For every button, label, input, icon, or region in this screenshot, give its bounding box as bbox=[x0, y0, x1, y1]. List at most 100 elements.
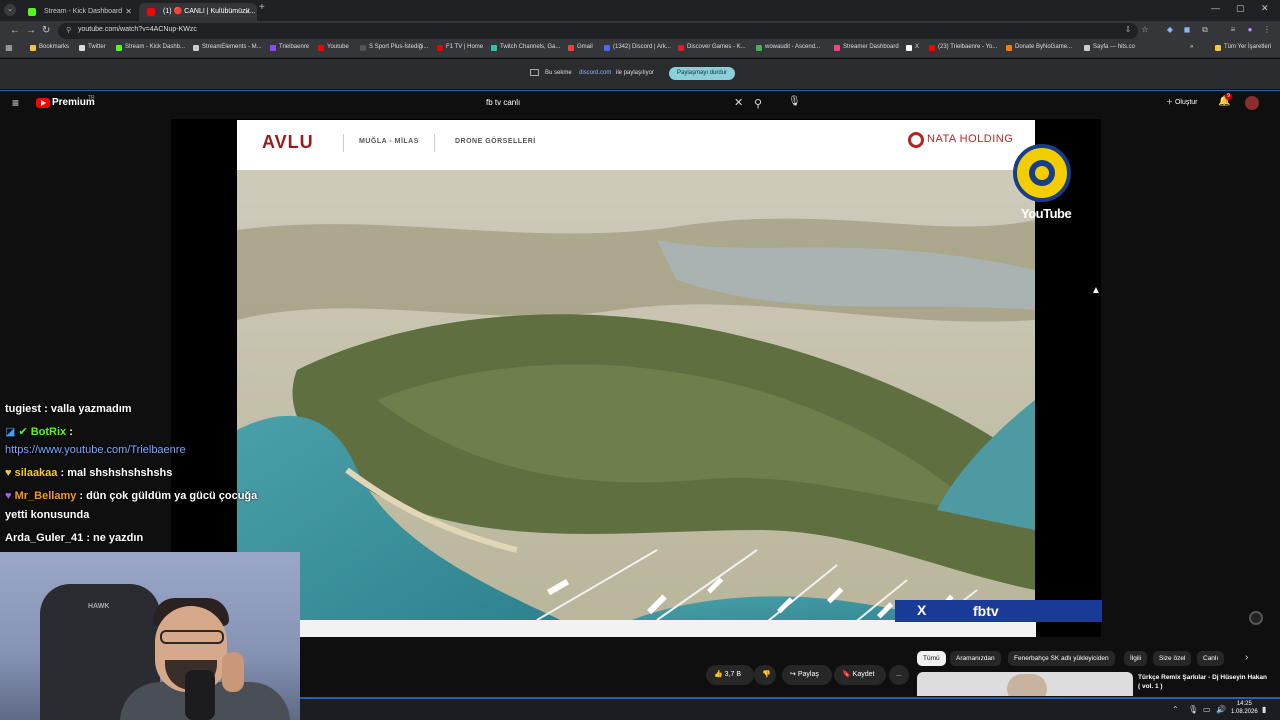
create-button[interactable]: ＋ Oluştur bbox=[1160, 95, 1204, 111]
share-suffix: ile paylaşılıyor bbox=[616, 70, 655, 76]
bookmark-label: Discover Games - K... bbox=[687, 44, 746, 50]
chip-related[interactable]: İlgili bbox=[1124, 651, 1148, 666]
thumbnail-face bbox=[1007, 674, 1047, 696]
tab-label: (1) 🔴 CANLI | Kulübümüzü... bbox=[163, 8, 256, 15]
tab-search-button[interactable]: ⌄ bbox=[4, 4, 16, 16]
bookmark-item[interactable]: StreamElements - M... bbox=[193, 44, 262, 51]
recommendation-title[interactable]: Türkçe Remix Şarkılar - Dj Hüseyin Hakan… bbox=[1138, 673, 1268, 691]
chip-all[interactable]: Tümü bbox=[917, 651, 946, 666]
hamburger-menu-icon[interactable]: ≡ bbox=[12, 96, 19, 110]
extensions-puzzle-icon[interactable]: ⧉ bbox=[1200, 25, 1210, 35]
more-actions-button[interactable]: ... bbox=[889, 665, 909, 685]
voice-search-icon[interactable]: 🎙 bbox=[788, 96, 801, 107]
site-info-icon[interactable]: ⚲ bbox=[66, 26, 71, 34]
channel-watermark-icon[interactable] bbox=[1249, 611, 1263, 625]
install-icon[interactable]: ⇩ bbox=[1123, 25, 1133, 35]
chip-live[interactable]: Canlı bbox=[1197, 651, 1225, 666]
streamer-hand bbox=[222, 652, 244, 692]
bookmark-item[interactable]: Twitch Channels, Ga... bbox=[491, 44, 560, 51]
bookmark-item[interactable]: Streamer Dashboard bbox=[834, 44, 899, 51]
stop-sharing-button[interactable]: Paylaşmayı durdur bbox=[669, 67, 735, 80]
youtube-logo-icon[interactable] bbox=[36, 98, 50, 108]
share-button[interactable]: ↪ Paylaş bbox=[782, 665, 832, 685]
bookmark-item[interactable]: Gmail bbox=[568, 44, 593, 51]
taskbar-accent bbox=[300, 697, 1280, 699]
chip-uploader[interactable]: Fenerbahçe SK adlı yükleyiciden bbox=[1008, 651, 1115, 666]
chip-for-you[interactable]: Size özel bbox=[1153, 651, 1192, 666]
chat-text: : dün çok güldüm ya gücü çocuğa bbox=[76, 490, 258, 502]
system-clock[interactable]: 14:25 1.08.2026 bbox=[1231, 700, 1258, 716]
new-tab-button[interactable]: + bbox=[259, 2, 265, 13]
forward-icon[interactable]: → bbox=[26, 25, 36, 36]
apps-grid-icon[interactable]: ▦ bbox=[4, 43, 14, 53]
extension-icon[interactable]: ◆ bbox=[1165, 25, 1175, 35]
browser-menu-icon[interactable]: ⋮ bbox=[1262, 25, 1272, 35]
bookmark-label: X bbox=[915, 44, 920, 50]
media-icon[interactable]: ≡ bbox=[1228, 25, 1238, 35]
bookmark-item[interactable]: S Sport Plus-İstediği... bbox=[360, 44, 428, 51]
all-bookmarks-button[interactable]: Tüm Yer İşaretleri bbox=[1215, 44, 1271, 51]
bookmark-item[interactable]: X bbox=[906, 44, 920, 51]
clear-search-icon[interactable]: ✕ bbox=[734, 96, 743, 109]
bookmark-item[interactable]: Youtube bbox=[318, 44, 349, 51]
more-bookmarks-icon[interactable]: » bbox=[1190, 44, 1193, 50]
profile-icon[interactable]: ● bbox=[1245, 25, 1255, 35]
close-tab-icon[interactable]: ✕ bbox=[125, 3, 132, 21]
bookmark-star-icon[interactable]: ☆ bbox=[1140, 25, 1150, 35]
dashboard-icon bbox=[834, 45, 840, 51]
share-icon: ↪ bbox=[790, 671, 796, 678]
close-window-icon[interactable]: ✕ bbox=[1261, 3, 1269, 14]
maximize-icon[interactable]: ▢ bbox=[1236, 3, 1245, 14]
close-tab-icon[interactable]: ✕ bbox=[244, 3, 251, 21]
chat-message: ♥ Mr_Bellamy : dün çok güldüm ya gücü ço… bbox=[5, 490, 257, 502]
share-domain[interactable]: discord.com bbox=[579, 70, 611, 76]
tray-chevron-icon[interactable]: ⌃ bbox=[1172, 705, 1179, 714]
volume-icon[interactable]: 🔊 bbox=[1216, 705, 1226, 714]
notification-center-icon[interactable]: ▮ bbox=[1262, 705, 1266, 714]
save-button[interactable]: 🔖 Kaydet bbox=[834, 665, 886, 685]
overlay-youtube-label: YouTube bbox=[1021, 206, 1072, 221]
tab-youtube-live[interactable]: (1) 🔴 CANLI | Kulübümüzü... ✕ bbox=[139, 3, 257, 21]
chat-username: BotRix bbox=[30, 426, 67, 438]
like-count: 3,7 B bbox=[724, 671, 742, 678]
dislike-button[interactable]: 👎 bbox=[754, 665, 776, 685]
bookmark-label: StreamElements - M... bbox=[202, 44, 262, 50]
bookmark-item[interactable]: Stream - Kick Dashb... bbox=[116, 44, 185, 51]
tray-mic-icon[interactable]: 🎙 bbox=[1188, 705, 1198, 714]
twitchtracker-icon bbox=[491, 45, 497, 51]
network-icon[interactable]: ▭ bbox=[1203, 705, 1211, 714]
chat-username: silaakaa bbox=[14, 467, 58, 479]
bookmark-item[interactable]: Bookmarks bbox=[30, 44, 69, 51]
bynogame-icon bbox=[1006, 45, 1012, 51]
extension-icon[interactable]: ◼ bbox=[1182, 25, 1192, 35]
back-icon[interactable]: ← bbox=[10, 25, 20, 36]
omnibox[interactable]: ⚲ youtube.com/watch?v=4ACNup-KWzc bbox=[58, 23, 1138, 39]
bookmark-item[interactable]: Sayfa — hits.co bbox=[1084, 44, 1135, 51]
chip-from-search[interactable]: Aramanızdan bbox=[950, 651, 1001, 666]
bookmark-item[interactable]: Donate ByNoGame... bbox=[1006, 44, 1072, 51]
bot-badge-icon: ◪ bbox=[5, 426, 19, 438]
minimize-icon[interactable]: — bbox=[1211, 3, 1220, 13]
bookmark-item[interactable]: F1 TV | Home bbox=[437, 44, 483, 51]
bookmark-item[interactable]: Discover Games - K... bbox=[678, 44, 746, 51]
bookmark-item[interactable]: wowaudit - Ascend... bbox=[756, 44, 820, 51]
bookmark-item[interactable]: (1342) Discord | Ark... bbox=[604, 44, 671, 51]
bookmark-item[interactable]: Trielbaenre bbox=[270, 44, 309, 51]
video-slide: AVLU MUĞLA - MİLAS DRONE GÖRSELLERİ NATA… bbox=[237, 120, 1035, 637]
reload-icon[interactable]: ↻ bbox=[42, 25, 50, 36]
divider bbox=[434, 134, 435, 152]
tab-kick-dashboard[interactable]: Stream - Kick Dashboard ✕ bbox=[20, 3, 138, 21]
url-text[interactable]: youtube.com/watch?v=4ACNup-KWzc bbox=[78, 26, 197, 33]
like-button[interactable]: 👍 3,7 B bbox=[706, 665, 754, 685]
search-box[interactable]: fb tv canlı ✕ ⚲ bbox=[478, 94, 778, 114]
bookmark-item[interactable]: (23) Trielbaenre - Yo... bbox=[929, 44, 997, 51]
fenerbahce-emblem-icon bbox=[1013, 144, 1071, 202]
recommendation-thumbnail[interactable] bbox=[917, 672, 1133, 696]
chat-link[interactable]: https://www.youtube.com/Trielbaenre bbox=[5, 444, 186, 456]
chevron-right-icon[interactable]: › bbox=[1245, 652, 1248, 663]
search-icon[interactable]: ⚲ bbox=[754, 97, 762, 110]
wowaudit-icon bbox=[756, 45, 762, 51]
bookmark-item[interactable]: Twitter bbox=[79, 44, 106, 51]
search-input[interactable]: fb tv canlı bbox=[486, 98, 520, 107]
avatar[interactable] bbox=[1245, 96, 1259, 110]
